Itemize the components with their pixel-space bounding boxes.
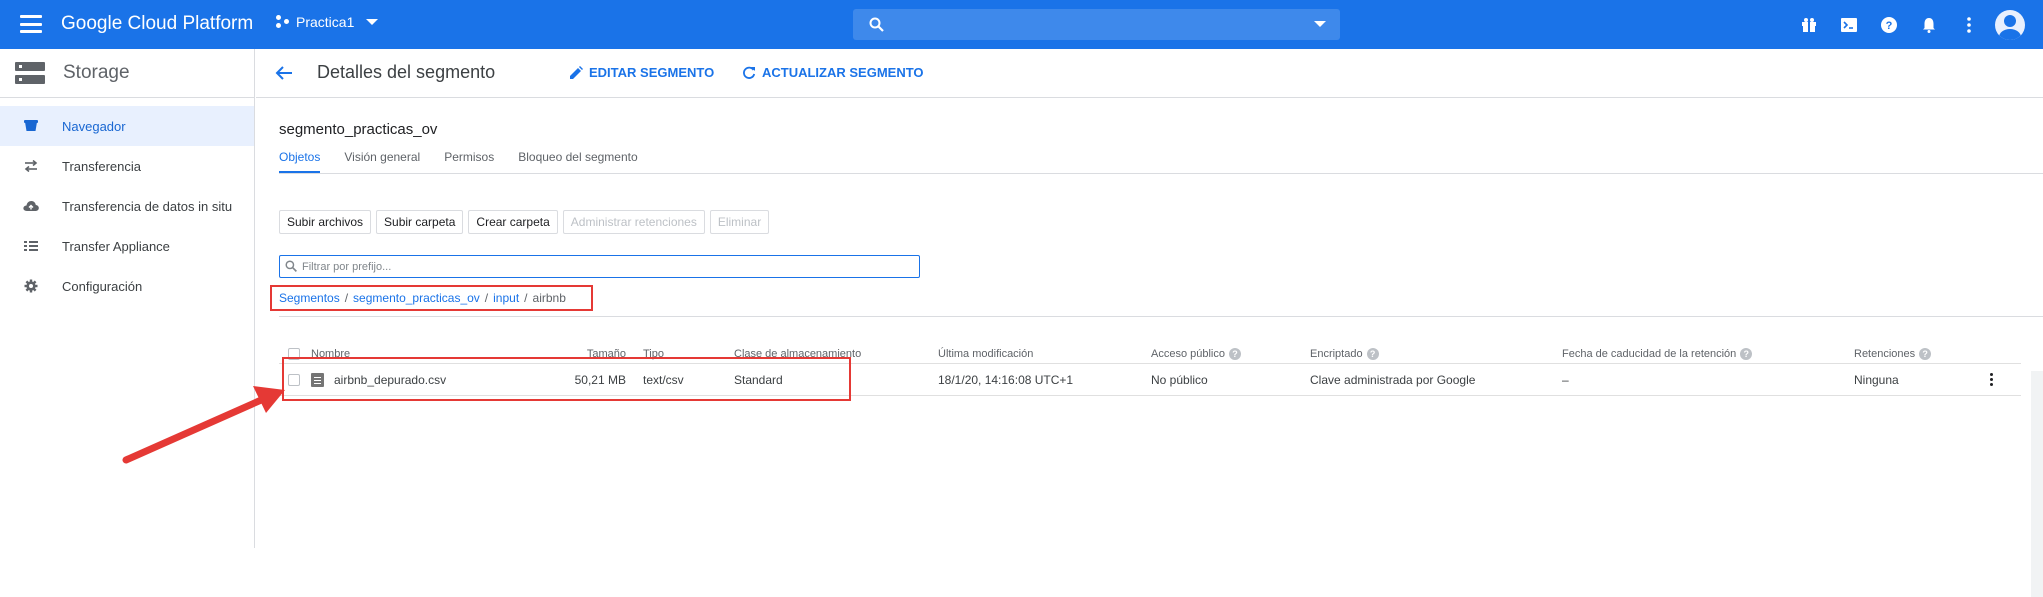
column-retention-expiry[interactable]: Fecha de caducidad de la retención?: [1562, 344, 1753, 363]
refresh-icon: [743, 66, 756, 79]
column-public-access-label: Acceso público: [1151, 347, 1225, 360]
sidebar-item-transferencia-in-situ[interactable]: Transferencia de datos in situ: [0, 186, 254, 226]
create-folder-button[interactable]: Crear carpeta: [468, 210, 558, 234]
sidebar-item-label: Transferencia: [62, 158, 141, 174]
column-retention-expiry-label: Fecha de caducidad de la retención: [1562, 347, 1737, 360]
upload-files-button[interactable]: Subir archivos: [279, 210, 372, 234]
breadcrumb-bucket-link[interactable]: segmento_practicas_ov: [353, 291, 480, 305]
row-highlight-box: [282, 357, 851, 401]
refresh-bucket-button[interactable]: ACTUALIZAR SEGMENTO: [742, 65, 924, 80]
column-modified[interactable]: Última modificación: [938, 344, 1033, 363]
bucket-icon: [23, 118, 39, 134]
breadcrumb-current: airbnb: [532, 291, 566, 305]
search-input[interactable]: [853, 9, 1340, 40]
cloud-upload-icon: [23, 198, 39, 214]
sidebar-item-transferencia[interactable]: Transferencia: [0, 146, 254, 186]
column-holds[interactable]: Retenciones?: [1854, 344, 1932, 363]
back-arrow-icon[interactable]: [274, 63, 294, 83]
action-bar: Detalles del segmento EDITAR SEGMENTO AC…: [256, 49, 2043, 98]
top-bar: Google Cloud Platform Practica1 ?: [0, 0, 2043, 49]
cell-retention-expiry: –: [1562, 372, 1569, 387]
page-title: Detalles del segmento: [317, 62, 496, 82]
more-vert-icon[interactable]: [1949, 0, 1989, 49]
list-icon: [23, 238, 39, 254]
chevron-down-icon: [366, 19, 379, 25]
scrollbar[interactable]: [2031, 371, 2043, 597]
cell-holds: Ninguna: [1854, 372, 1899, 387]
pencil-icon: [570, 66, 583, 79]
breadcrumb-folder-link[interactable]: input: [493, 291, 519, 305]
filter-field: [279, 255, 920, 278]
tab-vision-general[interactable]: Visión general: [344, 150, 420, 173]
help-icon[interactable]: ?: [1919, 347, 1932, 360]
search-icon: [869, 17, 884, 32]
delete-button[interactable]: Eliminar: [709, 210, 770, 234]
svg-text:?: ?: [1886, 20, 1893, 32]
tab-permisos[interactable]: Permisos: [444, 150, 494, 173]
brand-title[interactable]: Google Cloud Platform: [61, 13, 253, 35]
sidebar-item-configuracion[interactable]: Configuración: [0, 266, 254, 306]
bucket-name: segmento_practicas_ov: [279, 121, 438, 138]
project-dots-icon: [276, 15, 290, 29]
breadcrumb-separator: /: [344, 291, 349, 305]
help-icon[interactable]: ?: [1869, 0, 1909, 49]
tab-bar: Objetos Visión general Permisos Bloqueo …: [279, 150, 2043, 174]
breadcrumb: Segmentos / segmento_practicas_ov / inpu…: [270, 285, 593, 311]
cloud-shell-icon[interactable]: [1829, 0, 1869, 49]
breadcrumb-separator: /: [524, 291, 528, 305]
divider: [279, 316, 2043, 317]
sidebar-item-label: Navegador: [62, 118, 126, 134]
cell-public-access: No público: [1151, 372, 1208, 387]
column-encryption-label: Encriptado: [1310, 347, 1363, 360]
sidebar-item-label: Transfer Appliance: [62, 238, 170, 254]
search-icon: [285, 260, 297, 272]
top-icons: ?: [1789, 0, 2043, 49]
sidebar-item-label: Configuración: [62, 278, 143, 294]
column-encryption[interactable]: Encriptado?: [1310, 344, 1379, 363]
transfer-icon: [23, 158, 39, 174]
column-public-access[interactable]: Acceso público?: [1151, 344, 1241, 363]
manage-holds-button[interactable]: Administrar retenciones: [562, 210, 705, 234]
annotation-arrow-icon: [122, 386, 285, 464]
gear-icon: [23, 278, 39, 294]
object-toolbar: Subir archivos Subir carpeta Crear carpe…: [279, 210, 770, 234]
refresh-bucket-label: ACTUALIZAR SEGMENTO: [762, 65, 924, 80]
avatar[interactable]: [1995, 9, 2025, 40]
tab-bloqueo[interactable]: Bloqueo del segmento: [518, 150, 637, 173]
sidebar-header: Storage: [0, 49, 254, 98]
storage-icon: [15, 62, 45, 84]
gift-icon[interactable]: [1789, 0, 1829, 49]
menu-icon[interactable]: [20, 15, 42, 33]
edit-bucket-label: EDITAR SEGMENTO: [589, 65, 715, 80]
breadcrumb-root-link[interactable]: Segmentos: [279, 291, 340, 305]
tab-objetos[interactable]: Objetos: [279, 150, 321, 173]
sidebar-item-transfer-appliance[interactable]: Transfer Appliance: [0, 226, 254, 266]
help-icon[interactable]: ?: [1229, 347, 1241, 360]
sidebar-item-label: Transferencia de datos in situ: [62, 198, 233, 214]
notifications-icon[interactable]: [1909, 0, 1949, 49]
column-holds-label: Retenciones: [1854, 347, 1916, 360]
row-menu-icon[interactable]: [1986, 371, 1997, 388]
cell-encryption: Clave administrada por Google: [1310, 372, 1476, 387]
help-icon[interactable]: ?: [1740, 347, 1753, 360]
edit-bucket-button[interactable]: EDITAR SEGMENTO: [570, 65, 714, 80]
breadcrumb-separator: /: [484, 291, 489, 305]
search-dropdown-icon[interactable]: [1314, 21, 1326, 27]
sidebar-item-navegador[interactable]: Navegador: [0, 106, 254, 146]
filter-input[interactable]: [302, 260, 882, 273]
sidebar-title: Storage: [63, 62, 130, 83]
upload-folder-button[interactable]: Subir carpeta: [376, 210, 464, 234]
cell-modified: 18/1/20, 14:16:08 UTC+1: [938, 372, 1074, 387]
main-content: Detalles del segmento EDITAR SEGMENTO AC…: [256, 49, 2043, 597]
project-name: Practica1: [296, 14, 355, 30]
project-selector[interactable]: Practica1: [276, 14, 379, 30]
help-icon[interactable]: ?: [1366, 347, 1379, 360]
